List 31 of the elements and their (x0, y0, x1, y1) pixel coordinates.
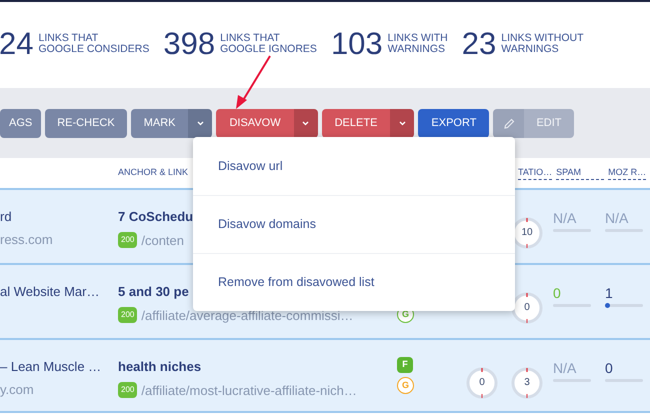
metric-value: 1 (605, 285, 614, 301)
metric-value: N/A (553, 360, 578, 376)
anchor-text: health niches (118, 358, 202, 376)
stat-value: 103 (330, 28, 383, 59)
metric-value: N/A (605, 210, 630, 226)
metric-value: 0 (553, 285, 562, 301)
metric-value: N/A (553, 210, 578, 226)
score-value: 0 (479, 378, 485, 388)
stat-value: 23 (462, 28, 496, 59)
link-title: rd (0, 208, 13, 226)
google-badge: G (397, 377, 414, 394)
stat-label: LINKS THAT GOOGLE IGNORES (220, 32, 317, 54)
anchor-text: 7 CoSchedu (118, 208, 194, 226)
anchor-text: 5 and 30 pe (118, 283, 189, 301)
stat-value: 24 (0, 28, 34, 59)
link-domain: y.com (0, 380, 35, 399)
index-badge: F (397, 357, 413, 373)
stat-value: 398 (163, 28, 216, 59)
stat-label: LINKS WITH WARNINGS (388, 32, 448, 54)
link-title: – Lean Muscle … (0, 358, 102, 376)
link-domain: ress.com (0, 230, 54, 248)
score-value: 0 (524, 303, 530, 313)
stat-label: LINKS THAT GOOGLE CONSIDERS (38, 32, 150, 54)
link-title: al Website Mar… (0, 283, 100, 301)
score-value: 10 (521, 228, 533, 238)
score-value: 3 (524, 378, 530, 388)
status-badge: 200 (118, 232, 138, 248)
status-badge: 200 (118, 307, 138, 324)
status-badge: 200 (118, 382, 138, 398)
metric-value: 0 (605, 360, 614, 376)
stat-label: LINKS WITHOUT WARNINGS (501, 32, 584, 54)
